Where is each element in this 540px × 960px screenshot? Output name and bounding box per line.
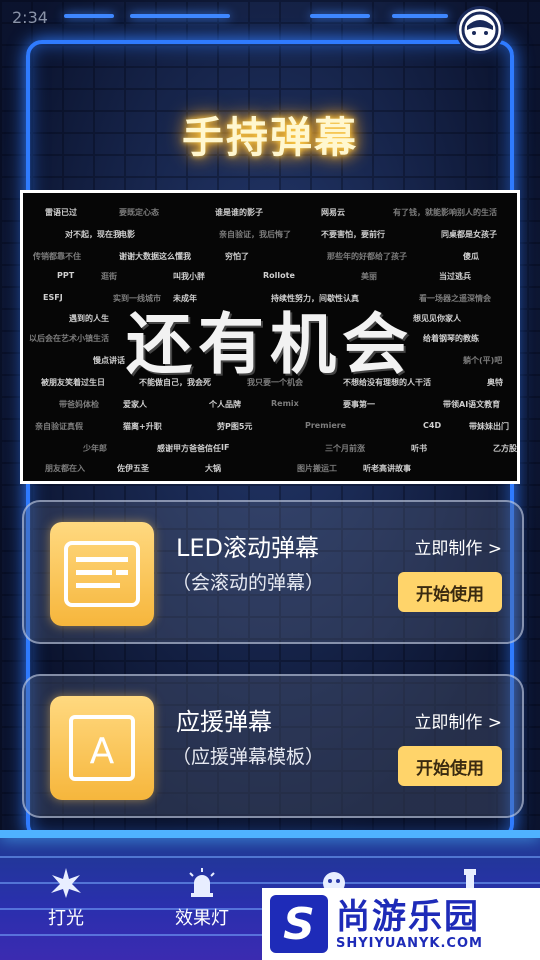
danmaku-line: 亲自验证，我后悔了 (219, 230, 291, 239)
status-time: 2:34 (12, 8, 48, 27)
danmaku-line: Remix (271, 399, 299, 408)
nav-item-effect-light[interactable]: 效果灯 (162, 866, 242, 930)
preview-big-text: 还有机会 (126, 306, 414, 383)
danmaku-line: C4D (423, 421, 442, 430)
danmaku-line: 当过逃兵 (439, 272, 471, 281)
danmaku-line: 美丽 (361, 272, 377, 281)
siren-icon (162, 866, 242, 900)
danmaku-preview[interactable]: 雷语已过 要既定心态 谁是谁的影子 网易云 有了钱，就能影响别人的生活对不起，现在我 电影… (20, 190, 520, 484)
danmaku-line: 猫离+升职 (123, 422, 162, 431)
avatar-face-icon (461, 11, 499, 49)
danmaku-line: 佐伊五圣 (117, 464, 149, 473)
danmaku-line: 带爸妈体检 (59, 400, 99, 409)
start-using-button[interactable]: 开始使用 (398, 746, 502, 786)
danmaku-line: 三个月前涨 (325, 444, 365, 453)
spark-icon (26, 866, 106, 900)
danmaku-line: 不要害怕，要前行 (321, 230, 385, 239)
watermark-logo: S (270, 895, 328, 953)
danmaku-line: 同桌都是女孩子 (441, 230, 497, 239)
danmaku-line: 逛街 (101, 272, 117, 281)
nav-label: 打光 (48, 908, 84, 929)
danmaku-line: IF (221, 443, 230, 452)
floor-glow (0, 830, 540, 838)
danmaku-line: 听书 (411, 444, 427, 453)
danmaku-line: 亲自验证真假 (35, 422, 83, 431)
danmaku-line: 傻瓜 (463, 252, 479, 261)
card-title: LED滚动弹幕 (176, 534, 320, 562)
danmaku-line: 传销都靠不住 (33, 252, 81, 261)
neon-top-line (310, 14, 370, 18)
danmaku-line: Rollote (263, 271, 295, 280)
danmaku-line: 朋友都在入 (45, 464, 85, 473)
danmaku-line: PPT (57, 271, 75, 280)
danmaku-line: 感谢甲方爸爸信任 (157, 444, 221, 453)
watermark-name: 尚游乐园 (336, 896, 480, 937)
danmaku-line: 谢谢大数据这么懂我 (119, 252, 191, 261)
led-scroll-card[interactable]: LED滚动弹幕 （会滚动的弹幕） 立即制作 > 开始使用 (22, 500, 524, 644)
neon-top-line (392, 14, 448, 18)
danmaku-line: 带领AI语文教育 (443, 400, 501, 409)
danmaku-line: 爱家人 (123, 400, 147, 409)
danmaku-line: 个人品牌 (209, 400, 241, 409)
danmaku-line: 乙方股不敢做到 (493, 444, 517, 453)
start-using-button[interactable]: 开始使用 (398, 572, 502, 612)
neon-top-line (64, 14, 114, 18)
danmaku-line: 带妹妹出门 (469, 422, 509, 431)
page-title: 手持弹幕 (181, 113, 358, 162)
nav-item-lighting[interactable]: 打光 (26, 866, 106, 930)
danmaku-line: 图片搬运工 (297, 464, 337, 473)
make-now-link[interactable]: 立即制作 > (414, 534, 502, 559)
danmaku-line: 大锅 (205, 464, 221, 473)
danmaku-line: Premiere (305, 421, 347, 430)
danmaku-line: 谁是谁的影子 (215, 208, 263, 217)
watermark-url: SHYIYUANYK.COM (336, 935, 483, 951)
danmaku-line: 那些年的好都给了孩子 (327, 252, 407, 261)
led-scroll-icon (50, 522, 154, 626)
danmaku-line: 电影 (119, 230, 135, 239)
card-subtitle: （应援弹幕模板） (172, 746, 325, 768)
danmaku-line: 听老高讲故事 (363, 464, 411, 473)
danmaku-line: 网易云 (321, 208, 345, 217)
nav-label: 效果灯 (175, 908, 229, 929)
site-watermark: S 尚游乐园 SHYIYUANYK.COM (262, 888, 540, 960)
letter-a-icon: A (50, 696, 154, 800)
danmaku-line: 雷语已过 (45, 208, 77, 217)
profile-avatar[interactable] (456, 6, 504, 54)
danmaku-line: 少年郎 (83, 444, 107, 453)
svg-text:A: A (90, 731, 115, 772)
make-now-link[interactable]: 立即制作 > (414, 708, 502, 733)
danmaku-line: 要事第一 (343, 400, 375, 409)
danmaku-line: 叫我小胖 (173, 272, 205, 281)
danmaku-line: 对不起，现在我 (65, 230, 121, 239)
danmaku-line: 要既定心态 (119, 208, 159, 217)
danmaku-line: 穷怕了 (225, 252, 249, 261)
card-subtitle: （会滚动的弹幕） (172, 572, 325, 594)
danmaku-line: 劳P图5元 (217, 422, 253, 431)
cheer-danmaku-card[interactable]: A 应援弹幕 （应援弹幕模板） 立即制作 > 开始使用 (22, 674, 524, 818)
neon-top-line (130, 14, 230, 18)
card-title: 应援弹幕 (176, 708, 272, 736)
danmaku-line: 有了钱，就能影响别人的生活 (393, 208, 497, 217)
